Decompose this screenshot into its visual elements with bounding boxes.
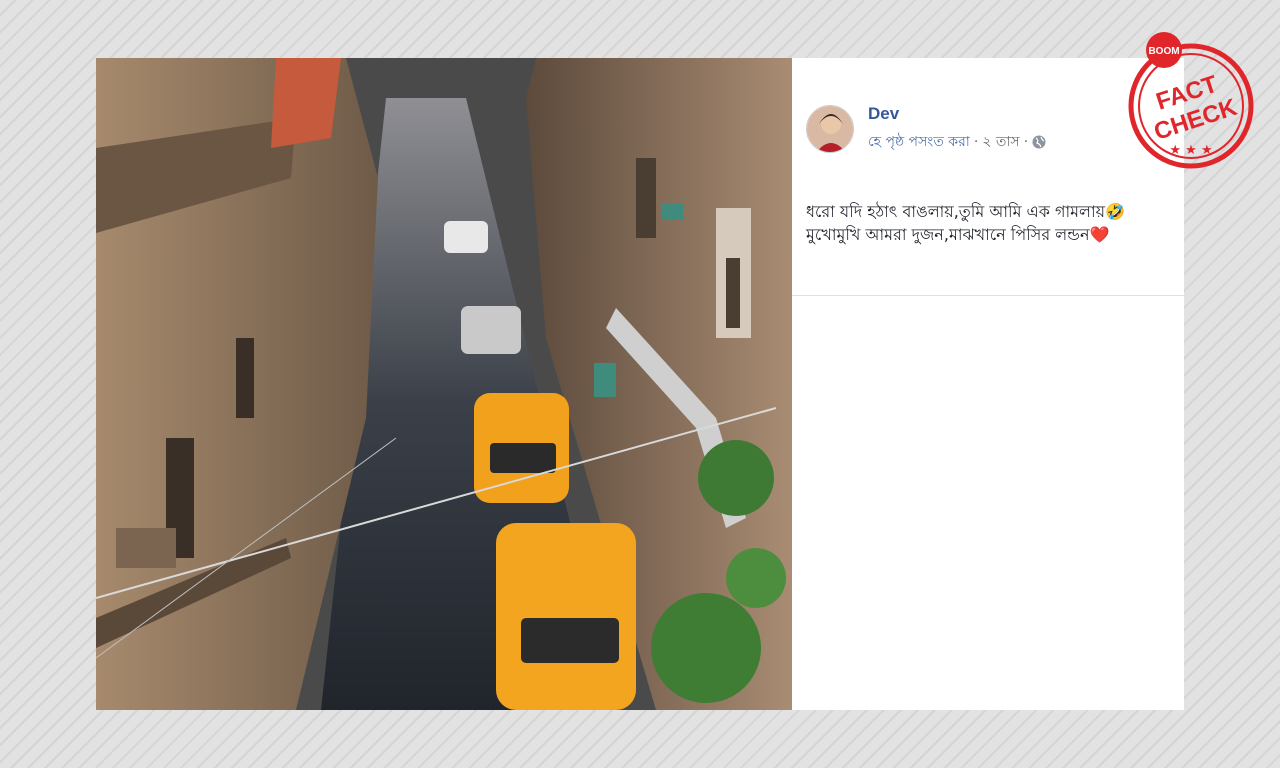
separator: · [973,134,979,150]
facebook-post-card: Dev হে পৃষ্ঠ পসংত করা · ২ তাস · ধরো যদি [96,58,1184,710]
author-name[interactable]: Dev [868,104,1046,124]
divider [792,295,1184,296]
post-text-line-2: মুখোমুখি আমরা দুজন,মাঝখানে পিসির লন্ডন❤️ [806,225,1110,244]
flooded-street-photo[interactable] [96,58,792,710]
avatar[interactable] [806,105,854,153]
globe-icon [1032,135,1046,149]
page-label[interactable]: হে পৃষ্ঠ পসংত করা [868,130,970,154]
post-time[interactable]: ২ তাস [982,130,1019,154]
stamp-brand: BOOM [1148,46,1179,57]
post-text-line-1: ধরো যদি হঠাৎ বাঙলায়,তুমি আমি এক গামলায়… [806,202,1125,221]
post-text: ধরো যদি হঠাৎ বাঙলায়,তুমি আমি এক গামলায়… [806,200,1176,246]
post-header: Dev হে পৃষ্ঠ পসংত করা · ২ তাস · [806,104,1046,154]
svg-text:★ ★ ★: ★ ★ ★ [1169,143,1212,158]
separator: · [1023,134,1029,150]
fact-check-stamp: BOOM FACT CHECK ★ ★ ★ [1120,20,1262,180]
post-subtitle: হে পৃষ্ঠ পসংত করা · ২ তাস · [868,130,1046,154]
